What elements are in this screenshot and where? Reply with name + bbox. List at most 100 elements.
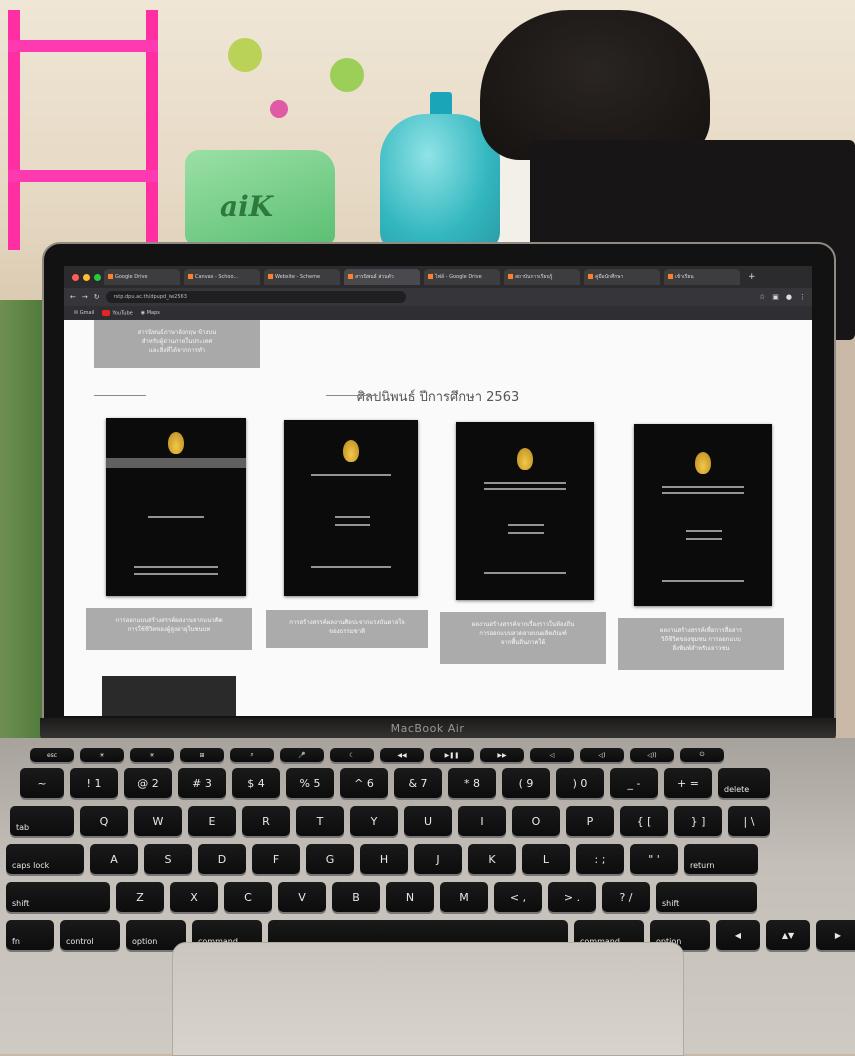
keyboard-key[interactable]: $ 4 xyxy=(232,768,280,798)
browser-tab[interactable]: Google Drive xyxy=(104,269,180,285)
keyboard-key[interactable]: ( 9 xyxy=(502,768,550,798)
tab-key[interactable]: tab xyxy=(10,806,74,836)
keyboard-key[interactable]: % 5 xyxy=(286,768,334,798)
keyboard-key[interactable]: A xyxy=(90,844,138,874)
keyboard-key[interactable]: | \ xyxy=(728,806,770,836)
keyboard-key[interactable]: S xyxy=(144,844,192,874)
keyboard-key[interactable]: ⌕ xyxy=(230,748,274,762)
keyboard-key[interactable]: " ' xyxy=(630,844,678,874)
keyboard-key[interactable]: Z xyxy=(116,882,164,912)
browser-tab[interactable]: คู่มือนักศึกษา xyxy=(584,269,660,285)
delete-key[interactable]: delete xyxy=(718,768,770,798)
keyboard-key[interactable]: ▶▶ xyxy=(480,748,524,762)
keyboard-key[interactable]: ☀ xyxy=(80,748,124,762)
keyboard-key[interactable]: > . xyxy=(548,882,596,912)
thesis-caption[interactable]: การสร้างสรรค์ผลงานศิลปะจากแรงบันดาลใจ ขอ… xyxy=(266,610,428,648)
back-icon[interactable]: ← xyxy=(70,293,76,301)
thesis-caption[interactable]: ผลงานสร้างสรรค์จากเรื่องราวในท้องถิ่น กา… xyxy=(440,612,606,664)
new-tab-icon[interactable]: + xyxy=(748,272,756,282)
keyboard-key[interactable]: L xyxy=(522,844,570,874)
keyboard-key[interactable]: H xyxy=(360,844,408,874)
star-icon[interactable]: ☆ xyxy=(759,293,765,301)
keyboard-key[interactable]: ⊞ xyxy=(180,748,224,762)
keyboard-key[interactable]: ◁ xyxy=(530,748,574,762)
menu-icon[interactable]: ⋮ xyxy=(799,293,806,301)
keyboard-key[interactable]: 🎤 xyxy=(280,748,324,762)
keyboard-key[interactable]: T xyxy=(296,806,344,836)
bookmark-gmail[interactable]: ✉ Gmail xyxy=(74,310,94,316)
keyboard-key[interactable]: ! 1 xyxy=(70,768,118,798)
keyboard-key[interactable]: ^ 6 xyxy=(340,768,388,798)
thesis-cover-image[interactable] xyxy=(456,422,594,600)
extensions-icon[interactable]: ▣ xyxy=(772,293,779,301)
fn-key[interactable]: fn xyxy=(6,920,54,950)
keyboard-key[interactable]: F xyxy=(252,844,300,874)
close-icon[interactable] xyxy=(72,274,79,281)
keyboard-key[interactable]: * 8 xyxy=(448,768,496,798)
keyboard-key[interactable]: { [ xyxy=(620,806,668,836)
keyboard-key[interactable]: ~ xyxy=(20,768,64,798)
keyboard-key[interactable]: Q xyxy=(80,806,128,836)
thesis-cover-image[interactable] xyxy=(634,424,772,606)
keyboard-key[interactable]: + = xyxy=(664,768,712,798)
address-bar[interactable]: rstp.dpu.ac.th/dpupd_iw2563 xyxy=(105,291,406,303)
thesis-cover-image[interactable] xyxy=(284,420,418,596)
keyboard-key[interactable]: V xyxy=(278,882,326,912)
return-key[interactable]: return xyxy=(684,844,758,874)
profile-icon[interactable]: ● xyxy=(786,293,792,301)
thesis-caption[interactable]: ผลงานสร้างสรรค์เพื่อการสื่อสาร วิถีชีวิต… xyxy=(618,618,784,670)
shift-key[interactable]: shift xyxy=(656,882,757,912)
browser-tab[interactable]: สถาบันการเรียนรู้ xyxy=(504,269,580,285)
keyboard-key[interactable]: D xyxy=(198,844,246,874)
bookmark-youtube[interactable]: YouTube xyxy=(102,309,133,316)
keyboard-key[interactable]: _ - xyxy=(610,768,658,798)
keyboard-key[interactable]: K xyxy=(468,844,516,874)
caps-lock-key[interactable]: caps lock xyxy=(6,844,84,874)
keyboard-key[interactable]: W xyxy=(134,806,182,836)
keyboard-key[interactable]: U xyxy=(404,806,452,836)
maximize-icon[interactable] xyxy=(94,274,101,281)
keyboard-key[interactable]: B xyxy=(332,882,380,912)
arrow-up-down-key[interactable]: ▲▼ xyxy=(766,920,810,950)
keyboard-key[interactable]: esc xyxy=(30,748,74,762)
keyboard-key[interactable]: ▶❚❚ xyxy=(430,748,474,762)
keyboard-key[interactable]: E xyxy=(188,806,236,836)
keyboard-key[interactable]: Y xyxy=(350,806,398,836)
keyboard-key[interactable]: I xyxy=(458,806,506,836)
keyboard-key[interactable]: X xyxy=(170,882,218,912)
keyboard-key[interactable]: ) 0 xyxy=(556,768,604,798)
reload-icon[interactable]: ↻ xyxy=(94,293,100,301)
keyboard-key[interactable]: < , xyxy=(494,882,542,912)
browser-tab[interactable]: เข้าเรียน xyxy=(664,269,740,285)
minimize-icon[interactable] xyxy=(83,274,90,281)
keyboard-key[interactable]: ◁) xyxy=(580,748,624,762)
keyboard-key[interactable]: ◀◀ xyxy=(380,748,424,762)
browser-tab[interactable]: Website - Scheme xyxy=(264,269,340,285)
keyboard-key[interactable]: M xyxy=(440,882,488,912)
bookmark-maps[interactable]: ◉ Maps xyxy=(141,310,160,316)
shift-key[interactable]: shift xyxy=(6,882,110,912)
arrow-left-key[interactable]: ◀ xyxy=(716,920,760,950)
trackpad[interactable] xyxy=(172,942,684,1056)
keyboard-key[interactable]: @ 2 xyxy=(124,768,172,798)
keyboard-key[interactable]: : ; xyxy=(576,844,624,874)
keyboard-key[interactable]: N xyxy=(386,882,434,912)
keyboard-key[interactable]: J xyxy=(414,844,462,874)
previous-item-caption[interactable]: สารนิพนธ์ภาษาอังกฤษ ข้างบน สำหรับผู้อ่าน… xyxy=(94,320,260,368)
keyboard-key[interactable]: ☀ xyxy=(130,748,174,762)
keyboard-key[interactable]: O xyxy=(512,806,560,836)
arrow-right-key[interactable]: ▶ xyxy=(816,920,855,950)
keyboard-key[interactable]: P xyxy=(566,806,614,836)
keyboard-key[interactable]: C xyxy=(224,882,272,912)
browser-tab[interactable]: ไฟล์ - Google Drive xyxy=(424,269,500,285)
keyboard-key[interactable]: ◁)) xyxy=(630,748,674,762)
keyboard-key[interactable]: } ] xyxy=(674,806,722,836)
browser-tab[interactable]: Canvas - Schoo... xyxy=(184,269,260,285)
keyboard-key[interactable]: R xyxy=(242,806,290,836)
thesis-cover-image[interactable] xyxy=(106,418,246,596)
keyboard-key[interactable]: & 7 xyxy=(394,768,442,798)
keyboard-key[interactable]: ☾ xyxy=(330,748,374,762)
forward-icon[interactable]: → xyxy=(82,293,88,301)
keyboard-key[interactable]: # 3 xyxy=(178,768,226,798)
browser-tab[interactable]: สารนิพนธ์ ส่วนตัว xyxy=(344,269,420,285)
